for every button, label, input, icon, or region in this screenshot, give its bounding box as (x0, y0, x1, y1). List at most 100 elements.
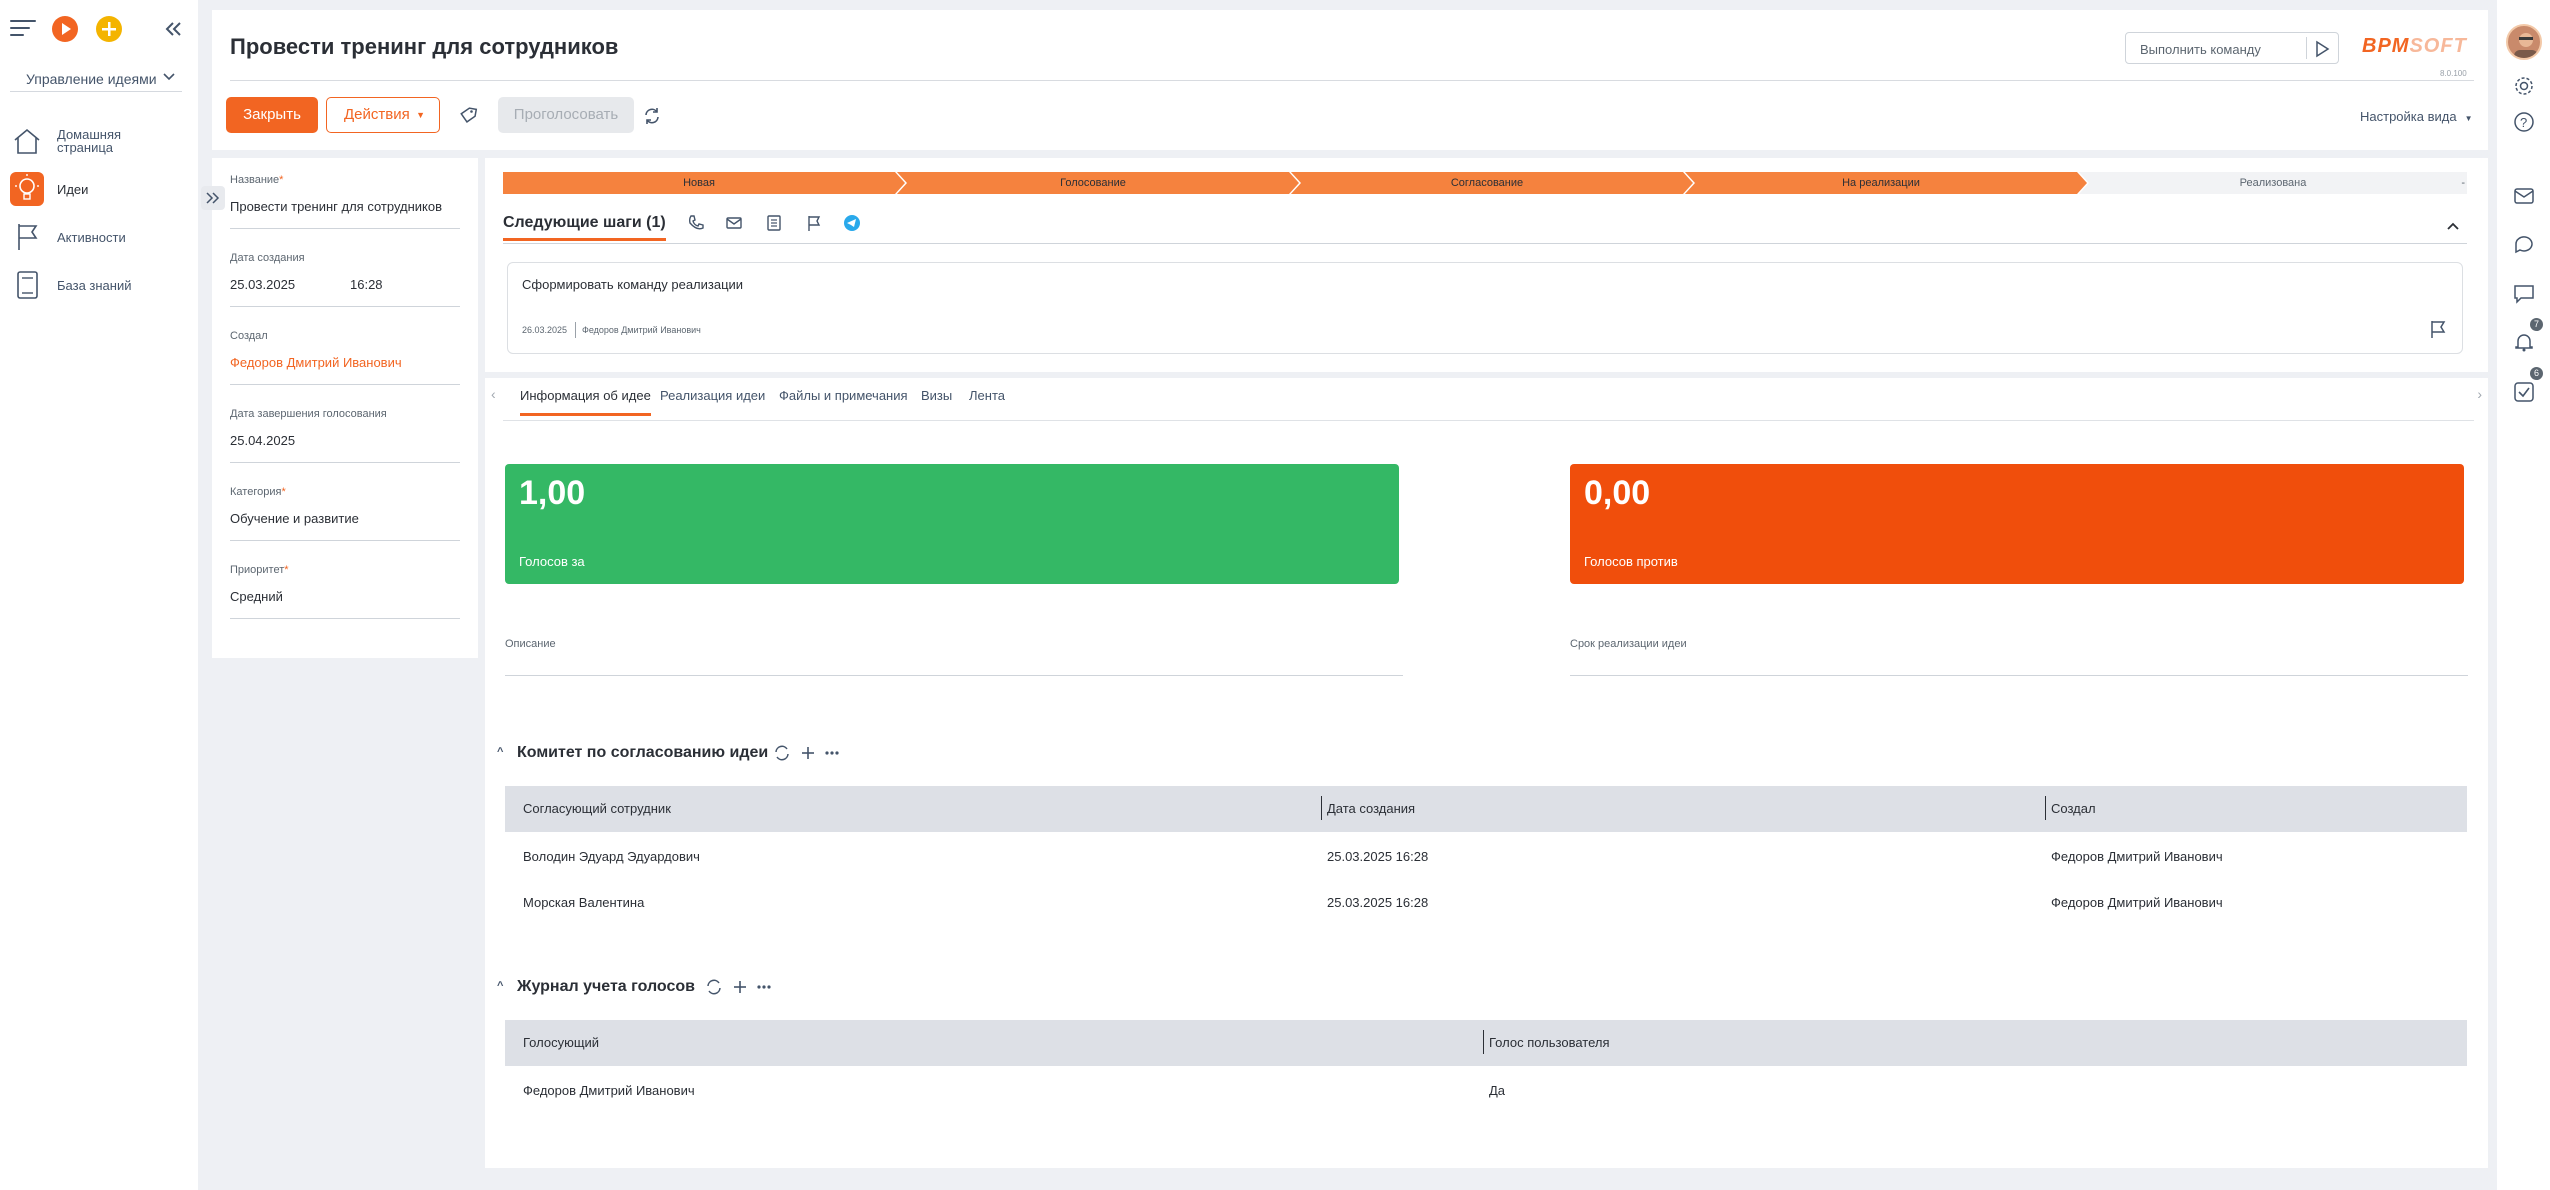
view-settings-button[interactable]: Настройка вида ▼ (2360, 109, 2473, 124)
more-icon[interactable] (823, 744, 841, 767)
chevron-left-icon[interactable]: ‹ (491, 386, 496, 402)
tab-visas[interactable]: Визы (921, 388, 952, 416)
tag-icon[interactable] (458, 106, 478, 131)
stage-done[interactable]: Реализована - (2079, 172, 2467, 194)
email-icon[interactable] (725, 214, 743, 237)
avatar[interactable] (2506, 24, 2542, 60)
command-line[interactable]: Выполнить команду (2125, 32, 2339, 64)
table-row[interactable]: Морская Валентина 25.03.2025 16:28 Федор… (505, 880, 2467, 926)
sidebar-top (8, 14, 188, 44)
created-date-field[interactable]: Дата создания 25.03.2025 16:28 (230, 252, 460, 307)
bell-icon[interactable] (2512, 330, 2536, 354)
committee-section-header: ^ Комитет по согласованию идеи (497, 744, 897, 768)
task-card[interactable]: Сформировать команду реализации 26.03.20… (507, 262, 2463, 354)
priority-field[interactable]: Приоритет* Средний (230, 564, 460, 619)
task-owner: Федоров Дмитрий Иванович (582, 325, 701, 335)
message-icon[interactable] (2512, 282, 2536, 306)
chevron-right-icon[interactable]: › (2477, 386, 2482, 402)
author-field[interactable]: Создал Федоров Дмитрий Иванович (230, 330, 460, 385)
votes-for-tile: 1,00 Голосов за (505, 464, 1399, 584)
play-icon[interactable] (52, 16, 78, 42)
vote-button[interactable]: Проголосовать (498, 97, 634, 133)
tab-feed[interactable]: Лента (969, 388, 1005, 416)
priority-value[interactable]: Средний (230, 589, 460, 619)
sidebar-item-label: Идеи (57, 182, 89, 197)
task-title[interactable]: Сформировать команду реализации (522, 277, 743, 292)
sidebar-item-home[interactable]: Домашняя страница (10, 120, 190, 160)
chevron-up-icon[interactable] (2445, 218, 2461, 239)
sidebar-item-label: Домашняя страница (57, 127, 122, 155)
name-value[interactable]: Провести тренинг для сотрудников (230, 199, 460, 229)
author-link[interactable]: Федоров Дмитрий Иванович (230, 355, 460, 385)
chat-icon[interactable] (2512, 232, 2536, 256)
stage-approval[interactable]: Согласование (1291, 171, 1695, 195)
table-row[interactable]: Володин Эдуард Эдуардович 25.03.2025 16:… (505, 834, 2467, 880)
description-field[interactable]: Описание (505, 634, 1403, 676)
run-command-icon[interactable] (2312, 39, 2332, 64)
name-field[interactable]: Название* Провести тренинг для сотрудник… (230, 174, 460, 229)
logo: BPMSOFT (2362, 35, 2467, 57)
refresh-icon[interactable] (773, 744, 791, 767)
details-panel: Название* Провести тренинг для сотрудник… (212, 158, 478, 658)
sidebar-item-ideas[interactable]: Идеи (10, 168, 190, 208)
category-field[interactable]: Категория* Обучение и развитие (230, 486, 460, 541)
refresh-icon[interactable] (705, 978, 723, 1001)
collapse-sidebar-icon[interactable] (162, 18, 184, 40)
module-select[interactable]: Управление идеями (10, 66, 182, 92)
flag-icon[interactable] (805, 214, 823, 237)
column-header[interactable]: Согласующий сотрудник (523, 801, 671, 816)
add-icon[interactable] (96, 16, 122, 42)
actions-button[interactable]: Действия ▼ (326, 97, 440, 133)
flag-icon (10, 220, 44, 254)
telegram-icon[interactable] (843, 214, 861, 237)
sidebar-item-activities[interactable]: Активности (10, 216, 190, 256)
votes-for-label: Голосов за (519, 554, 585, 569)
votes-against-label: Голосов против (1584, 554, 1678, 569)
column-header[interactable]: Голос пользователя (1489, 1035, 1610, 1050)
created-date-value[interactable]: 25.03.2025 16:28 (230, 277, 460, 307)
add-icon[interactable] (799, 744, 817, 767)
right-rail: ? 7 6 (2497, 0, 2550, 1190)
chevron-up-icon[interactable]: ^ (497, 980, 503, 992)
tab-idea-info[interactable]: Информация об идее (520, 388, 651, 416)
book-icon (10, 268, 44, 302)
votes-against-tile: 0,00 Голосов против (1570, 464, 2464, 584)
deadline-field[interactable]: Срок реализации идеи (1570, 634, 2468, 676)
flag-icon[interactable] (2428, 319, 2448, 344)
stage-voting[interactable]: Голосование (897, 171, 1301, 195)
menu-icon[interactable] (10, 18, 36, 38)
committee-title[interactable]: Комитет по согласованию идеи (517, 744, 768, 762)
notifications-badge: 7 (2530, 318, 2543, 331)
sidebar-item-knowledge-base[interactable]: База знаний (10, 264, 190, 304)
add-icon[interactable] (731, 978, 749, 1001)
category-value[interactable]: Обучение и развитие (230, 511, 460, 541)
stage-in-progress[interactable]: На реализации (1685, 171, 2089, 195)
voting-end-field[interactable]: Дата завершения голосования 25.04.2025 (230, 408, 460, 463)
sidebar-item-label: Активности (57, 230, 126, 245)
phone-icon[interactable] (687, 214, 705, 237)
next-steps-title[interactable]: Следующие шаги (1) (503, 214, 666, 241)
tab-idea-implementation[interactable]: Реализация идеи (660, 388, 765, 416)
svg-text:?: ? (2520, 115, 2527, 130)
column-header[interactable]: Дата создания (1327, 801, 1415, 816)
gear-icon[interactable] (2512, 74, 2536, 98)
voting-end-value[interactable]: 25.04.2025 (230, 433, 460, 463)
expand-panel-icon[interactable] (201, 186, 225, 210)
stage-new[interactable]: Новая (503, 171, 907, 195)
chevron-up-icon[interactable]: ^ (497, 746, 503, 758)
column-header[interactable]: Создал (2051, 801, 2096, 816)
votes-for-value: 1,00 (519, 474, 586, 512)
document-icon[interactable] (765, 214, 783, 237)
tab-files-notes[interactable]: Файлы и примечания (779, 388, 908, 416)
votes-log-section-header: ^ Журнал учета голосов (497, 978, 897, 1002)
command-input[interactable]: Выполнить команду (2140, 42, 2261, 57)
close-button[interactable]: Закрыть (226, 97, 318, 133)
table-row[interactable]: Федоров Дмитрий Иванович Да (505, 1068, 2467, 1114)
more-icon[interactable] (755, 978, 773, 1001)
checkbox-icon[interactable] (2512, 380, 2536, 404)
refresh-icon[interactable] (642, 106, 662, 131)
column-header[interactable]: Голосующий (523, 1035, 599, 1050)
help-icon[interactable]: ? (2512, 110, 2536, 134)
votes-log-title[interactable]: Журнал учета голосов (517, 978, 695, 996)
email-icon[interactable] (2512, 184, 2536, 208)
